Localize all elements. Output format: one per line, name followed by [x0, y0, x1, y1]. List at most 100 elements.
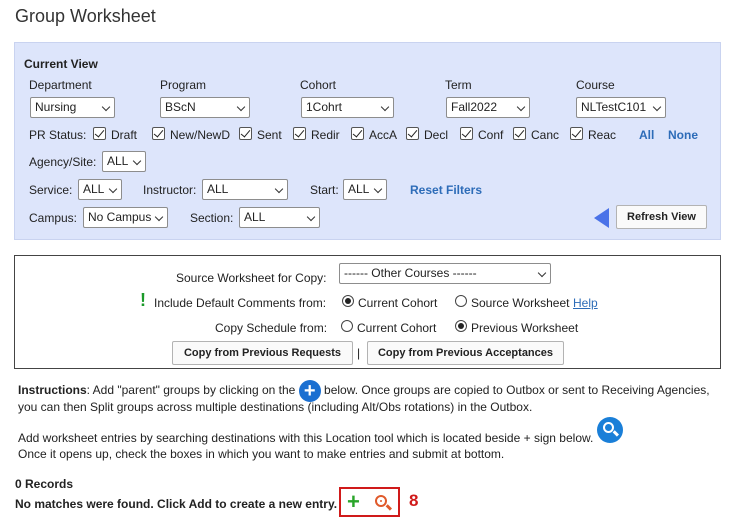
- cohort-value: 1Cohrt: [306, 100, 343, 114]
- include-source-worksheet-label: Source Worksheet: [471, 296, 570, 310]
- copy-previous-requests-button[interactable]: Copy from Previous Requests: [172, 341, 353, 365]
- pr-status-none-link[interactable]: None: [668, 128, 698, 142]
- chevron-down-icon: [306, 212, 316, 222]
- pr-status-reac-checkbox[interactable]: [570, 127, 583, 140]
- pr-status-canc-checkbox[interactable]: [513, 127, 526, 140]
- pr-status-reac-label: Reac: [588, 128, 617, 142]
- pr-status-canc-label: Canc: [531, 128, 560, 142]
- refresh-view-button[interactable]: Refresh View: [616, 205, 707, 229]
- pr-status-all-link[interactable]: All: [639, 128, 654, 142]
- exclamation-icon: !: [140, 290, 146, 310]
- instructions-text-b: below. Once groups are copied to Outbox …: [324, 383, 710, 398]
- reset-filters-link[interactable]: Reset Filters: [410, 183, 482, 197]
- section-label: Section:: [190, 211, 234, 225]
- include-source-worksheet-radio[interactable]: [455, 295, 467, 307]
- department-select[interactable]: Nursing: [30, 97, 115, 118]
- include-current-cohort-radio[interactable]: [342, 295, 354, 307]
- chevron-down-icon: [274, 184, 284, 194]
- pr-status-sent-checkbox[interactable]: [239, 127, 252, 140]
- section-select[interactable]: ALL: [239, 207, 320, 228]
- source-worksheet-label: Source Worksheet for Copy:: [176, 271, 327, 285]
- pr-status-draft-label: Draft: [111, 128, 138, 142]
- help-link[interactable]: Help: [573, 296, 598, 310]
- add-plus-icon[interactable]: +: [347, 490, 360, 514]
- chevron-down-icon: [108, 184, 118, 194]
- service-value: ALL: [83, 182, 105, 196]
- instructions-lead: Instructions: [18, 383, 87, 398]
- agency-site-value: ALL: [107, 154, 129, 168]
- program-value: BScN: [165, 100, 196, 114]
- campus-label: Campus:: [29, 211, 78, 225]
- pr-status-acca-label: AccA: [369, 128, 398, 142]
- pr-status-redir-label: Redir: [311, 128, 340, 142]
- chevron-down-icon: [537, 268, 547, 278]
- copy-schedule-label: Copy Schedule from:: [215, 321, 328, 335]
- chevron-down-icon: [236, 102, 246, 112]
- pr-status-sent-label: Sent: [257, 128, 282, 142]
- section-value: ALL: [244, 210, 266, 224]
- course-label: Course: [576, 78, 615, 92]
- page-title: Group Worksheet: [15, 6, 156, 26]
- agency-site-select[interactable]: ALL: [102, 151, 146, 172]
- pr-status-acca-checkbox[interactable]: [351, 127, 364, 140]
- location-search-icon: [597, 417, 623, 443]
- pr-status-decl-checkbox[interactable]: [406, 127, 419, 140]
- pr-status-decl-label: Decl: [424, 128, 449, 142]
- instructions-line4: Once it opens up, check the boxes in whi…: [18, 447, 505, 461]
- course-select[interactable]: NLTestC101: [576, 97, 666, 118]
- cohort-select[interactable]: 1Cohrt: [301, 97, 394, 118]
- current-view-heading: Current View: [24, 57, 98, 71]
- term-label: Term: [445, 78, 472, 92]
- term-value: Fall2022: [451, 100, 498, 114]
- pr-status-newnewd-label: New/NewD: [170, 128, 231, 142]
- schedule-previous-worksheet-label: Previous Worksheet: [471, 321, 579, 335]
- department-label: Department: [29, 78, 92, 92]
- instructions-text-a: : Add "parent" groups by clicking on the: [86, 383, 296, 398]
- button-separator: |: [357, 346, 361, 360]
- department-value: Nursing: [35, 100, 77, 114]
- service-select[interactable]: ALL: [78, 179, 122, 200]
- program-select[interactable]: BScN: [160, 97, 250, 118]
- chevron-down-icon: [380, 102, 390, 112]
- term-select[interactable]: Fall2022: [446, 97, 530, 118]
- copy-previous-acceptances-button[interactable]: Copy from Previous Acceptances: [367, 341, 564, 365]
- chevron-down-icon: [373, 184, 383, 194]
- start-label: Start:: [310, 183, 339, 197]
- pr-status-label: PR Status:: [29, 128, 87, 142]
- chevron-down-icon: [154, 212, 164, 222]
- start-select[interactable]: ALL: [343, 179, 387, 200]
- pr-status-conf-checkbox[interactable]: [460, 127, 473, 140]
- search-magnifier-icon[interactable]: [375, 495, 387, 507]
- instructions-line3: Add worksheet entries by searching desti…: [18, 431, 594, 445]
- include-comments-label: Include Default Comments from:: [154, 296, 327, 310]
- schedule-current-cohort-radio[interactable]: [341, 320, 353, 332]
- schedule-current-cohort-label: Current Cohort: [357, 321, 437, 335]
- agency-site-label: Agency/Site:: [29, 155, 97, 169]
- course-value: NLTestC101: [581, 100, 647, 114]
- include-current-cohort-label: Current Cohort: [358, 296, 438, 310]
- add-actions-box: +: [339, 487, 400, 517]
- service-label: Service:: [29, 183, 73, 197]
- campus-value: No Campus: [88, 210, 152, 224]
- current-view-panel: Current View Department Program Cohort T…: [14, 42, 721, 240]
- cohort-label: Cohort: [300, 78, 337, 92]
- instructor-value: ALL: [207, 182, 229, 196]
- instructor-select[interactable]: ALL: [202, 179, 288, 200]
- record-count: 0 Records: [15, 477, 74, 491]
- chevron-down-icon: [101, 102, 111, 112]
- chevron-down-icon: [516, 102, 526, 112]
- instructor-label: Instructor:: [143, 183, 197, 197]
- chevron-down-icon: [132, 156, 142, 166]
- program-label: Program: [160, 78, 207, 92]
- pr-status-newnewd-checkbox[interactable]: [152, 127, 165, 140]
- pr-status-redir-checkbox[interactable]: [293, 127, 306, 140]
- pr-status-draft-checkbox[interactable]: [93, 127, 106, 140]
- schedule-previous-worksheet-radio[interactable]: [455, 320, 467, 332]
- chevron-down-icon: [652, 102, 662, 112]
- campus-select[interactable]: No Campus: [83, 207, 168, 228]
- source-worksheet-select[interactable]: ------ Other Courses ------: [339, 263, 551, 284]
- annotation-number: 8: [409, 491, 419, 510]
- pr-status-conf-label: Conf: [478, 128, 504, 142]
- source-worksheet-value: ------ Other Courses ------: [344, 266, 477, 280]
- instructions-line2: you can then Split groups across multipl…: [18, 400, 533, 414]
